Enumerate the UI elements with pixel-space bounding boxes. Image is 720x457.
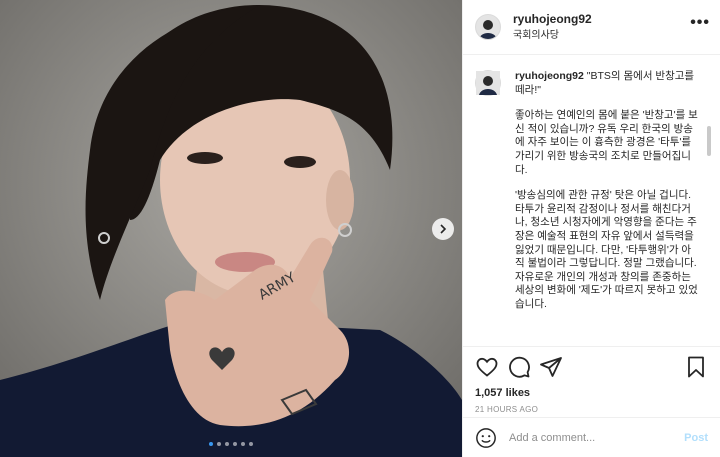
heart-icon[interactable] <box>475 355 499 379</box>
carousel-dot <box>217 442 221 446</box>
carousel-dot <box>225 442 229 446</box>
caption-paragraph: 좋아하는 연예인의 몸에 붙은 '반창고'를 보신 적이 있습니까? 유독 우리… <box>515 109 698 176</box>
more-options-button[interactable]: ••• <box>690 14 710 32</box>
carousel-dot <box>233 442 237 446</box>
post-header: ryuhojeong92 국회의사당 ••• <box>463 0 720 55</box>
profile-photo-icon <box>476 71 500 95</box>
post-image: ARMY <box>0 0 462 457</box>
likes-count[interactable]: 1,057 likes <box>475 387 708 399</box>
profile-photo-icon <box>476 15 500 39</box>
more-horizontal-icon: ••• <box>690 14 710 31</box>
post-photo[interactable]: ARMY <box>0 0 462 457</box>
comments-area: ryuhojeong92 "BTS의 몸에서 반창고를 떼라!" 좋아하는 연예… <box>463 56 712 346</box>
comment-icon[interactable] <box>507 355 531 379</box>
carousel-indicator <box>0 442 462 446</box>
post-location[interactable]: 국회의사당 <box>513 29 592 42</box>
post-author-username[interactable]: ryuhojeong92 <box>513 12 592 27</box>
carousel-dot <box>249 442 253 446</box>
caption-paragraph: '방송심의에 관한 규정' 탓은 아닐 겁니다. 타투가 윤리적 감정이나 정서… <box>515 189 698 310</box>
post-timestamp[interactable]: 21 HOURS AGO <box>475 405 708 414</box>
post-side-panel: ryuhojeong92 국회의사당 ••• ryuhojeong92 "BTS… <box>462 0 720 457</box>
comments-scrollbar[interactable] <box>707 126 711 156</box>
emoji-icon[interactable] <box>475 427 497 449</box>
comment-input[interactable] <box>507 430 685 445</box>
add-comment-bar: Post <box>463 417 720 457</box>
post-actions: 1,057 likes 21 HOURS AGO <box>463 346 720 414</box>
carousel-dot <box>209 442 213 446</box>
chevron-right-icon <box>440 224 447 234</box>
carousel-dot <box>241 442 245 446</box>
bookmark-icon[interactable] <box>684 355 708 379</box>
caption-username[interactable]: ryuhojeong92 <box>515 70 584 82</box>
avatar[interactable] <box>475 14 501 40</box>
caption: ryuhojeong92 "BTS의 몸에서 반창고를 떼라!" 좋아하는 연예… <box>475 70 700 312</box>
post-comment-button[interactable]: Post <box>684 432 708 444</box>
caption-avatar[interactable] <box>475 70 501 96</box>
carousel-next-button[interactable] <box>432 218 454 240</box>
share-icon[interactable] <box>539 355 563 379</box>
